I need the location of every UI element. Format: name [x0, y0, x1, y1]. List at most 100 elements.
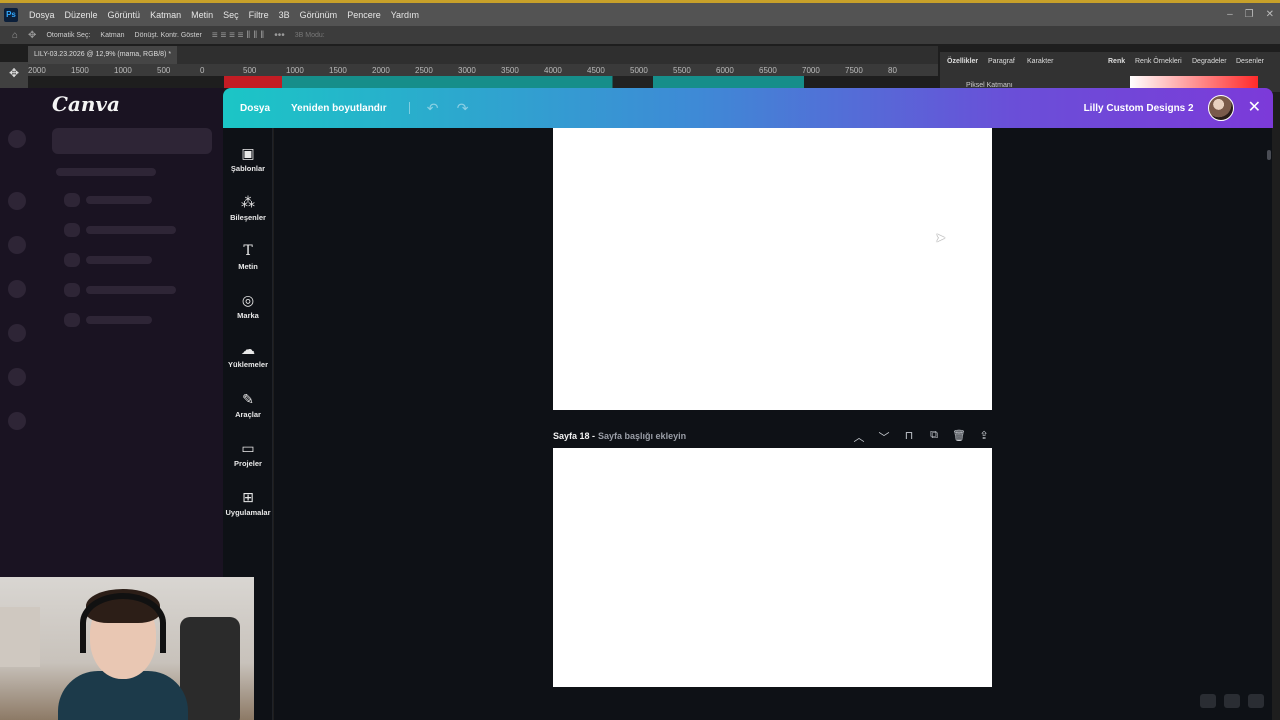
ruler-label: 5500: [673, 65, 691, 75]
color-picker-gradient[interactable]: [1130, 76, 1258, 88]
layer-select[interactable]: Katman: [100, 32, 124, 39]
skeleton-icon: [64, 223, 80, 237]
menu-yardim[interactable]: Yardım: [386, 10, 424, 20]
add-page-icon[interactable]: ⇪: [977, 429, 991, 445]
elements-icon: ⁂: [241, 194, 255, 210]
menu-metin[interactable]: Metin: [186, 10, 218, 20]
lock-page-icon[interactable]: ⊓: [902, 429, 916, 445]
sidebar-item-text[interactable]: T Metin: [223, 242, 273, 271]
fullscreen-icon[interactable]: [1248, 694, 1264, 708]
topbar-right: Lilly Custom Designs 2 ✕: [1084, 88, 1261, 128]
close-window-icon[interactable]: ✕: [1266, 9, 1274, 20]
page-17-canvas[interactable]: [553, 128, 992, 410]
skeleton-line: [56, 168, 156, 176]
window-controls: – ❐ ✕: [1227, 9, 1274, 20]
panel-tab-properties[interactable]: Özellikler: [947, 58, 978, 65]
ruler-label: 6500: [759, 65, 777, 75]
grid-view-icon[interactable]: [1224, 694, 1240, 708]
ruler-label: 1000: [286, 65, 304, 75]
more-options-icon[interactable]: •••: [274, 30, 285, 41]
ruler-label: 500: [157, 65, 171, 75]
move-tool-icon[interactable]: ✥: [28, 30, 36, 41]
page-title-input[interactable]: Sayfa başlığı ekleyin: [598, 431, 686, 441]
menu-sec[interactable]: Seç: [218, 10, 244, 20]
sidebar-item-label: Yüklemeler: [227, 360, 269, 369]
delete-page-icon[interactable]: 🗑: [952, 429, 966, 445]
resize-button[interactable]: Yeniden boyutlandır: [287, 103, 401, 114]
minimize-icon[interactable]: –: [1227, 9, 1233, 20]
align-icons[interactable]: ≡ ≡ ≡ ≡ ǁ ǁ ǁ: [212, 30, 264, 41]
skeleton-dot: [8, 324, 26, 342]
uploads-icon: ☁: [241, 341, 255, 357]
photoshop-canvas-preview: [224, 76, 804, 88]
document-tab[interactable]: LILY-03.23.2026 @ 12,9% (mama, RGB/8) *: [28, 46, 178, 64]
sidebar-item-elements[interactable]: ⁂ Bileşenler: [223, 193, 273, 222]
restore-icon[interactable]: ❐: [1245, 9, 1254, 20]
ruler-label: 7500: [845, 65, 863, 75]
panel-tab-color[interactable]: Renk: [1108, 58, 1125, 65]
menu-dosya[interactable]: Dosya: [24, 10, 60, 20]
avatar[interactable]: [1207, 95, 1234, 121]
duplicate-page-icon[interactable]: ⧉: [927, 429, 941, 445]
tools-icon: ✎: [242, 391, 254, 407]
canva-topbar: Dosya Yeniden boyutlandır ↶ ↷ Lilly Cust…: [223, 88, 1273, 128]
menu-filtre[interactable]: Filtre: [244, 10, 274, 20]
redo-icon[interactable]: ↷: [448, 100, 478, 117]
panel-tab-patterns[interactable]: Desenler: [1236, 58, 1264, 65]
panel-tab-gradients[interactable]: Degradeler: [1192, 58, 1227, 65]
sidebar-item-label: Uygulamalar: [225, 508, 271, 517]
skeleton-icon: [64, 253, 80, 267]
zoom-control-icon[interactable]: [1200, 694, 1216, 708]
undo-icon[interactable]: ↶: [418, 100, 448, 117]
ruler-label: 3000: [458, 65, 476, 75]
menu-3b[interactable]: 3B: [274, 10, 295, 20]
page-18-canvas[interactable]: [553, 448, 992, 687]
skeleton-line: [86, 286, 176, 294]
mouse-cursor-icon: ➤: [935, 230, 946, 245]
menu-katman[interactable]: Katman: [145, 10, 186, 20]
transform-controls-checkbox[interactable]: Dönüşt. Kontr. Göster: [135, 32, 202, 39]
bottom-controls: [1200, 694, 1264, 708]
panel-tab-paragraph[interactable]: Paragraf: [988, 58, 1015, 65]
sidebar-item-brand[interactable]: ◎ Marka: [223, 291, 273, 320]
menu-goruntu[interactable]: Görüntü: [103, 10, 146, 20]
panel-tab-swatches[interactable]: Renk Örnekleri: [1135, 58, 1182, 65]
ruler-label: 1000: [114, 65, 132, 75]
skeleton-line: [86, 226, 176, 234]
ruler-label: 1500: [71, 65, 89, 75]
sidebar-item-label: Marka: [237, 311, 259, 320]
ruler-label: 2500: [415, 65, 433, 75]
photoshop-menu: Dosya Düzenle Görüntü Katman Metin Seç F…: [24, 10, 424, 20]
sidebar-item-label: Araçlar: [235, 410, 261, 419]
file-menu-button[interactable]: Dosya: [223, 103, 287, 114]
sidebar-item-uploads[interactable]: ☁ Yüklemeler: [223, 340, 273, 369]
move-page-down-icon[interactable]: ﹀: [877, 429, 891, 445]
design-title[interactable]: Lilly Custom Designs 2: [1084, 103, 1194, 114]
ruler-label: 500: [243, 65, 257, 75]
apps-icon: ⊞: [242, 489, 254, 505]
brand-icon: ◎: [241, 292, 255, 308]
skeleton-line: [86, 196, 152, 204]
scrollbar-track[interactable]: [1266, 128, 1272, 720]
sidebar-item-tools[interactable]: ✎ Araçlar: [223, 390, 273, 419]
panel-tab-character[interactable]: Karakter: [1027, 58, 1053, 65]
auto-select-checkbox[interactable]: Otomatik Seç:: [46, 32, 90, 39]
ruler-label: 6000: [716, 65, 734, 75]
sidebar-item-templates[interactable]: ▣ Şablonlar: [223, 144, 273, 173]
sidebar-item-apps[interactable]: ⊞ Uygulamalar: [223, 488, 273, 517]
menu-pencere[interactable]: Pencere: [342, 10, 386, 20]
page-number: Sayfa 18 -: [553, 431, 596, 441]
scrollbar-thumb[interactable]: [1267, 150, 1271, 160]
home-icon[interactable]: ⌂: [12, 30, 18, 41]
close-icon[interactable]: ✕: [1248, 100, 1261, 116]
sidebar-item-label: Metin: [238, 262, 258, 271]
sidebar-item-projects[interactable]: ▭ Projeler: [223, 439, 273, 468]
menu-gorunum[interactable]: Görünüm: [295, 10, 343, 20]
sidebar-item-label: Şablonlar: [230, 164, 266, 173]
skeleton-dot: [8, 130, 26, 148]
skeleton-line: [86, 316, 152, 324]
horizontal-ruler: 2000 1500 1000 500 0 500 1000 1500 2000 …: [28, 64, 938, 76]
menu-duzenle[interactable]: Düzenle: [60, 10, 103, 20]
skeleton-dot: [8, 412, 26, 430]
move-page-up-icon[interactable]: ︿: [852, 429, 866, 445]
